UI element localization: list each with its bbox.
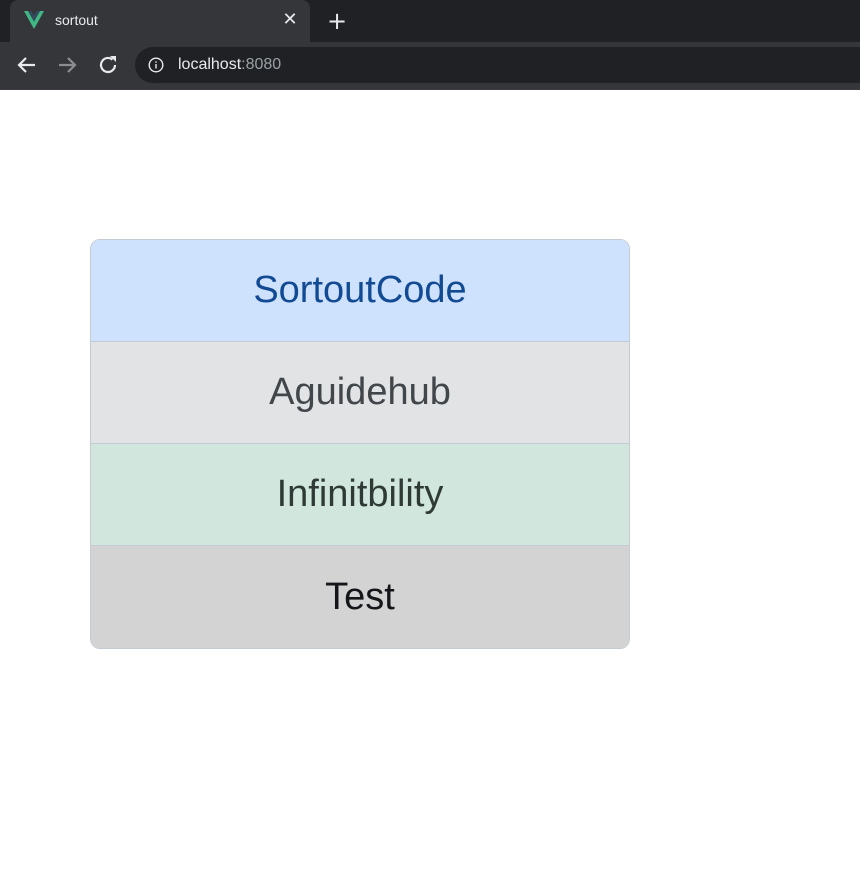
browser-toolbar: localhost:8080	[0, 42, 860, 90]
tab-title: sortout	[55, 12, 98, 28]
back-arrow-icon[interactable]	[14, 52, 40, 78]
address-bar[interactable]: localhost:8080	[135, 47, 860, 83]
url-text: localhost:8080	[178, 56, 281, 74]
list-item-label: Test	[325, 575, 395, 618]
forward-arrow-icon[interactable]	[54, 52, 80, 78]
site-info-icon[interactable]	[148, 57, 164, 73]
list-item-aguidehub: Aguidehub	[91, 342, 629, 444]
list-item-sortoutcode: SortoutCode	[91, 240, 629, 342]
new-tab-icon[interactable]: +	[324, 8, 350, 34]
url-host: localhost	[178, 56, 242, 73]
list-item-label: Aguidehub	[269, 371, 451, 413]
vue-logo-icon	[24, 11, 44, 29]
list-item-label: SortoutCode	[253, 269, 467, 311]
list-item-test: Test	[91, 546, 629, 648]
tab-strip: sortout ✕ +	[0, 0, 860, 42]
list-item-label: Infinitbility	[276, 473, 444, 515]
url-port: :8080	[241, 56, 282, 73]
list-group: SortoutCode Aguidehub Infinitbility Test	[90, 239, 630, 649]
tab-sortout[interactable]: sortout ✕	[10, 0, 310, 42]
tab-close-icon[interactable]: ✕	[281, 10, 299, 30]
reload-icon[interactable]	[95, 52, 121, 78]
list-item-infinitbility: Infinitbility	[91, 444, 629, 546]
